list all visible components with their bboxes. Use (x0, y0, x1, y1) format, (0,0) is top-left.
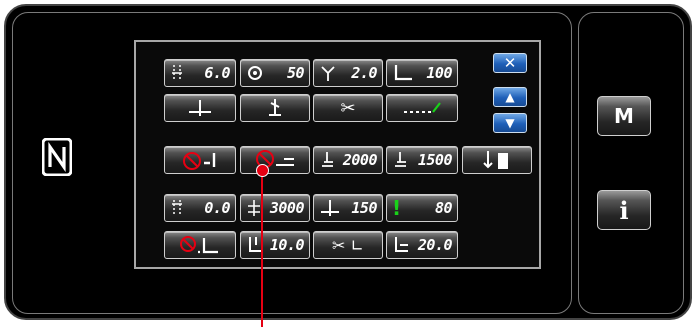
key-warning-value[interactable]: ! 80 (386, 194, 458, 222)
scissors-foot-icon: ✂ ∟ (332, 235, 364, 255)
key-foot-lift-amount[interactable]: 20.0 (386, 231, 458, 259)
key-max-speed[interactable]: 3000 (240, 194, 310, 222)
nfc-logo-icon (42, 138, 72, 176)
key-stitch-pitch[interactable]: 0.0 (164, 194, 236, 222)
scroll-up-button[interactable]: ▲ (493, 87, 527, 107)
key-needle-position[interactable] (164, 94, 236, 122)
callout-dot (256, 164, 269, 177)
stitch-length-value: 6.0 (204, 64, 230, 82)
bobbin-counter-icon (395, 152, 406, 167)
info-icon: i (619, 195, 629, 225)
close-button[interactable]: ✕ (493, 53, 527, 73)
needle-position-icon (189, 100, 211, 116)
bobbin-counter-b-value: 1500 (417, 151, 453, 169)
key-needle-position-value[interactable]: 150 (313, 194, 383, 222)
warning-value-number: 80 (434, 199, 453, 217)
sewing-speed-value: 50 (286, 64, 305, 82)
key-bobbin-counter-a[interactable]: 2000 (313, 146, 383, 174)
foot-lift-icon (395, 237, 408, 252)
bobbin-speed-icon (248, 66, 262, 80)
needle-thread-tension-value: 2.0 (351, 64, 377, 82)
key-stitch-pattern[interactable] (386, 94, 458, 122)
foot-lift-amount-value: 20.0 (417, 236, 453, 254)
max-speed-value: 3000 (269, 199, 305, 217)
bobbin-counter-a-value: 2000 (342, 151, 378, 169)
key-needle-up-down[interactable] (462, 146, 532, 174)
scroll-down-button[interactable]: ▼ (493, 113, 527, 133)
callout-leader-line (261, 174, 263, 327)
menu-button-label: M (614, 104, 634, 128)
key-trim-foot-lift[interactable]: ✂ ∟ (313, 231, 383, 259)
bobbin-counter-icon (322, 152, 333, 167)
key-stitch-length[interactable]: 6.0 (164, 59, 236, 87)
stitch-length-icon (172, 200, 182, 216)
menu-button[interactable]: M (597, 96, 651, 136)
speed-icon (248, 200, 260, 216)
thread-tension-icon (321, 66, 335, 81)
side-screen-frame (578, 12, 684, 314)
thread-clamp-icon (269, 99, 281, 116)
key-foot-lift-height[interactable]: 10.0 (240, 231, 310, 259)
needle-position-icon (321, 200, 339, 216)
wiper-prohibit-icon (183, 152, 216, 170)
needle-position-numeric: 150 (351, 199, 377, 217)
presser-foot-pressure-value: 100 (426, 64, 452, 82)
chevron-up-icon: ▲ (505, 90, 515, 104)
key-wiper-off-foot[interactable] (164, 146, 236, 174)
key-foot-lift-prohibit[interactable] (164, 231, 236, 259)
key-sewing-speed[interactable]: 50 (240, 59, 310, 87)
key-needle-thread-tension[interactable]: 2.0 (313, 59, 383, 87)
stitch-length-icon (172, 65, 182, 81)
key-bobbin-counter-b[interactable]: 1500 (386, 146, 458, 174)
key-wiper-off-presser[interactable] (240, 146, 310, 174)
chevron-down-icon: ▼ (505, 116, 515, 130)
key-thread-trimmer[interactable]: ✂ (313, 94, 383, 122)
dashed-stitch-icon (404, 102, 441, 113)
key-thread-clamp[interactable] (240, 94, 310, 122)
info-button[interactable]: i (597, 190, 651, 230)
key-presser-foot-pressure[interactable]: 100 (386, 59, 458, 87)
close-icon: ✕ (503, 54, 517, 72)
presser-foot-icon (394, 65, 412, 81)
needle-up-down-icon (483, 151, 508, 169)
foot-lift-height-value: 10.0 (269, 236, 305, 254)
foot-lift-prohibit-icon (180, 236, 218, 254)
scissors-icon: ✂ (340, 97, 356, 119)
exclamation-icon: ! (392, 196, 402, 220)
stitch-pitch-value: 0.0 (204, 199, 230, 217)
